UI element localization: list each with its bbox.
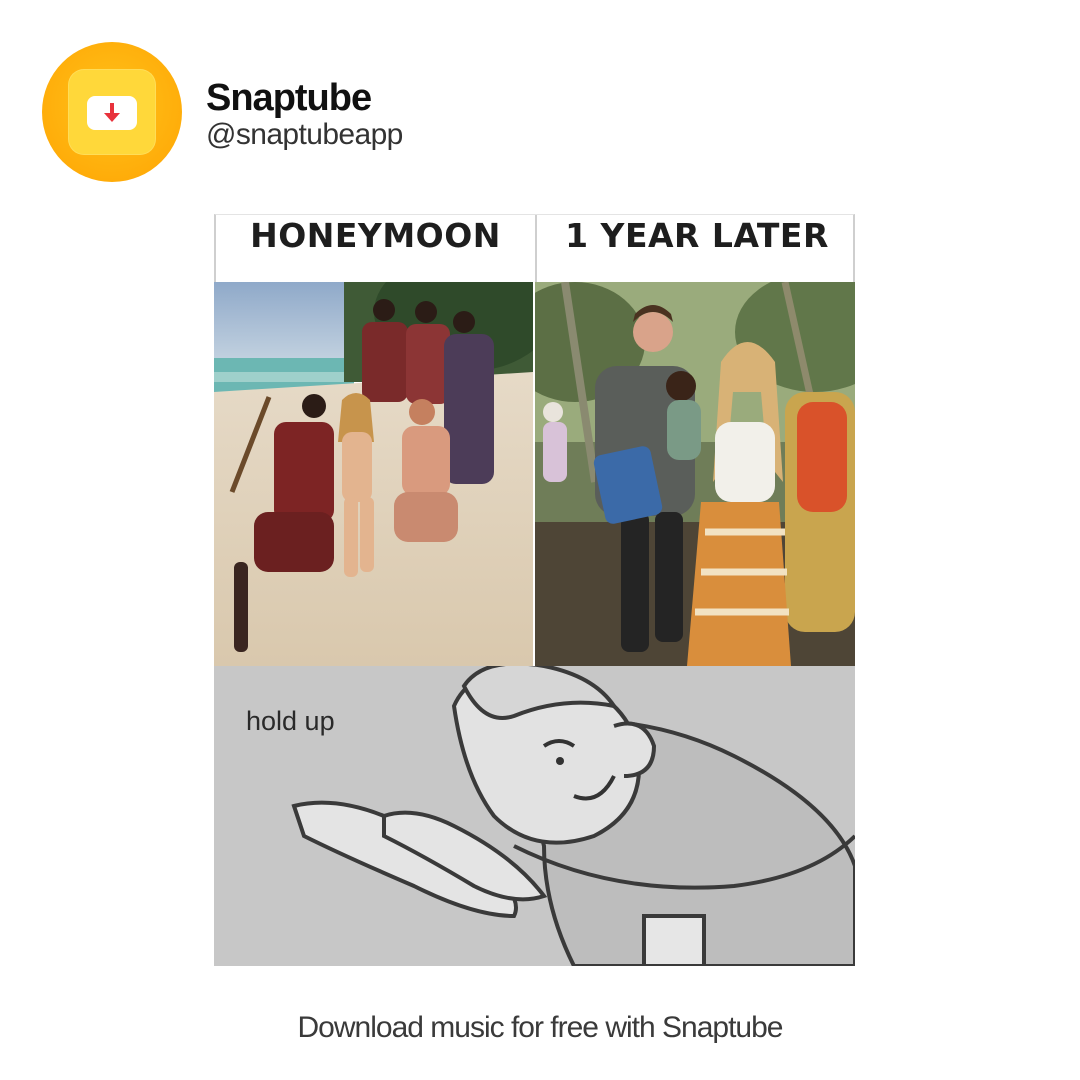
logo-tile: [68, 69, 156, 155]
download-arrow-icon: [104, 103, 120, 122]
year-later-photo: [535, 282, 855, 666]
brand-name: Snaptube: [206, 77, 372, 119]
logo-card: [87, 96, 137, 130]
caption-bar: HONEYMOON 1 YEAR LATER: [214, 214, 855, 283]
honeymoon-caption: HONEYMOON: [250, 216, 501, 255]
hold-up-panel: hold up: [214, 666, 855, 966]
meme-image: HONEYMOON 1 YEAR LATER hold up: [214, 214, 855, 966]
footer-tagline: Download music for free with Snaptube: [297, 1011, 784, 1044]
honeymoon-photo: [214, 282, 533, 666]
snaptube-logo: [42, 42, 182, 182]
brand-handle: @snaptubeapp: [206, 118, 403, 151]
hold-up-text: hold up: [246, 706, 335, 736]
year-later-caption: 1 YEAR LATER: [565, 216, 829, 255]
